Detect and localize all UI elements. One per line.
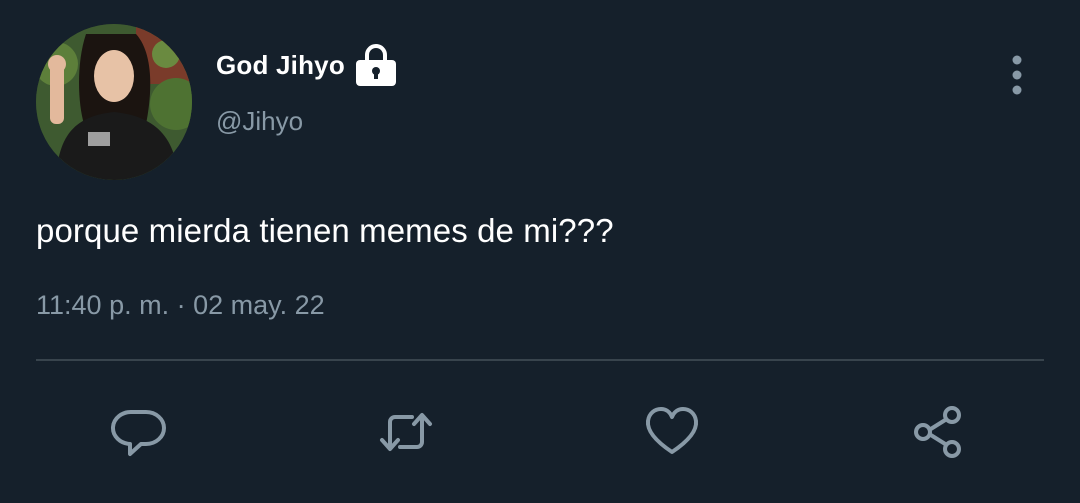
retweet-button[interactable] bbox=[374, 400, 438, 464]
avatar-photo bbox=[36, 24, 192, 180]
display-name[interactable]: God Jihyo bbox=[216, 50, 345, 81]
retweet-arrows-icon bbox=[380, 413, 432, 451]
display-name-row: God Jihyo bbox=[216, 40, 397, 90]
tweet-text: porque mierda tienen memes de mi??? bbox=[36, 212, 614, 249]
user-handle[interactable]: @Jihyo bbox=[216, 106, 303, 137]
speech-bubble-icon bbox=[110, 409, 166, 456]
tweet-timestamp[interactable]: 11:40 p. m. · 02 may. 22 bbox=[36, 290, 325, 321]
share-nodes-icon bbox=[914, 406, 961, 458]
vertical-dots-icon[interactable] bbox=[1004, 54, 1030, 96]
reply-button[interactable] bbox=[108, 400, 172, 464]
tweet-card: God Jihyo @Jihyo porque mierda tienen me… bbox=[0, 0, 1080, 503]
share-button[interactable] bbox=[906, 400, 970, 464]
lock-icon bbox=[355, 42, 397, 88]
divider bbox=[36, 359, 1044, 361]
like-button[interactable] bbox=[640, 400, 704, 464]
heart-icon bbox=[645, 407, 699, 454]
avatar[interactable] bbox=[36, 24, 192, 180]
